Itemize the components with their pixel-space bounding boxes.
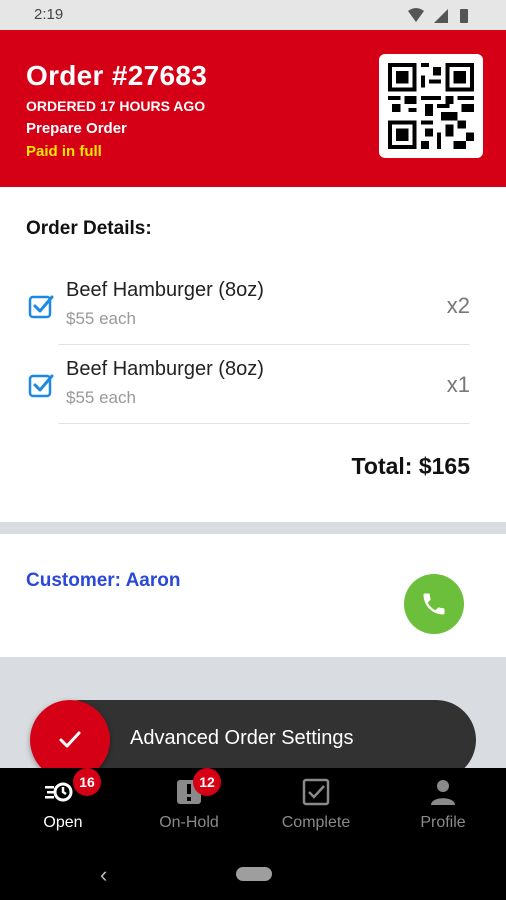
complete-icon <box>302 778 330 806</box>
tab-profile[interactable]: Profile <box>380 768 506 850</box>
order-title: Order #27683 <box>26 60 208 91</box>
order-item[interactable]: Beef Hamburger (8oz) $55 each x1 <box>0 346 506 424</box>
open-orders-icon <box>45 782 73 802</box>
divider <box>58 423 470 424</box>
customer-card: Customer: Aaron <box>0 534 506 657</box>
checkbox-checked-icon[interactable] <box>28 293 54 319</box>
customer-name[interactable]: Customer: Aaron <box>26 570 180 592</box>
open-count-badge: 16 <box>73 768 101 796</box>
tab-open[interactable]: 16 Open <box>0 768 126 850</box>
checkmark-icon <box>59 731 81 748</box>
tab-complete[interactable]: Complete <box>253 768 379 850</box>
on-hold-count-badge: 12 <box>193 768 221 796</box>
bottom-navigation: 16 Open 12 On-Hold Complete Profile <box>0 768 506 850</box>
status-bar: 2:19 <box>0 0 506 30</box>
back-icon[interactable]: ‹ <box>100 862 107 888</box>
tab-label: On-Hold <box>159 814 219 831</box>
qr-code-icon <box>388 63 474 149</box>
profile-icon <box>431 780 455 805</box>
payment-status: Paid in full <box>26 143 102 160</box>
item-price: $55 each <box>66 388 136 407</box>
phone-icon <box>423 593 445 615</box>
status-icons <box>408 8 468 23</box>
details-title: Order Details: <box>26 218 152 239</box>
battery-icon <box>460 9 468 23</box>
order-item[interactable]: Beef Hamburger (8oz) $55 each x2 <box>0 267 506 345</box>
order-header: Order #27683 ORDERED 17 HOURS AGO Prepar… <box>0 30 506 187</box>
tab-label: Profile <box>420 814 466 831</box>
item-name: Beef Hamburger (8oz) <box>66 358 264 380</box>
wifi-icon <box>408 8 424 22</box>
tab-label: Complete <box>281 814 351 831</box>
signal-icon <box>434 9 448 23</box>
qr-code-button[interactable] <box>379 54 483 158</box>
tab-on-hold[interactable]: 12 On-Hold <box>126 768 252 850</box>
system-navigation: ‹ <box>0 850 506 900</box>
item-quantity: x1 <box>446 372 470 397</box>
tab-label: Open <box>43 814 83 831</box>
item-quantity: x2 <box>446 293 470 318</box>
order-details-card: Order Details: Beef Hamburger (8oz) $55 … <box>0 187 506 522</box>
advanced-settings-label[interactable]: Advanced Order Settings <box>130 727 353 750</box>
item-name: Beef Hamburger (8oz) <box>66 279 264 301</box>
ordered-ago: ORDERED 17 HOURS AGO <box>26 98 206 114</box>
order-total: Total: $165 <box>351 453 470 479</box>
home-pill[interactable] <box>236 867 272 881</box>
item-price: $55 each <box>66 309 136 328</box>
status-time: 2:19 <box>34 6 64 23</box>
checkbox-checked-icon[interactable] <box>28 372 54 398</box>
divider <box>58 344 470 345</box>
order-status: Prepare Order <box>26 120 127 137</box>
call-customer-button[interactable] <box>404 574 464 634</box>
